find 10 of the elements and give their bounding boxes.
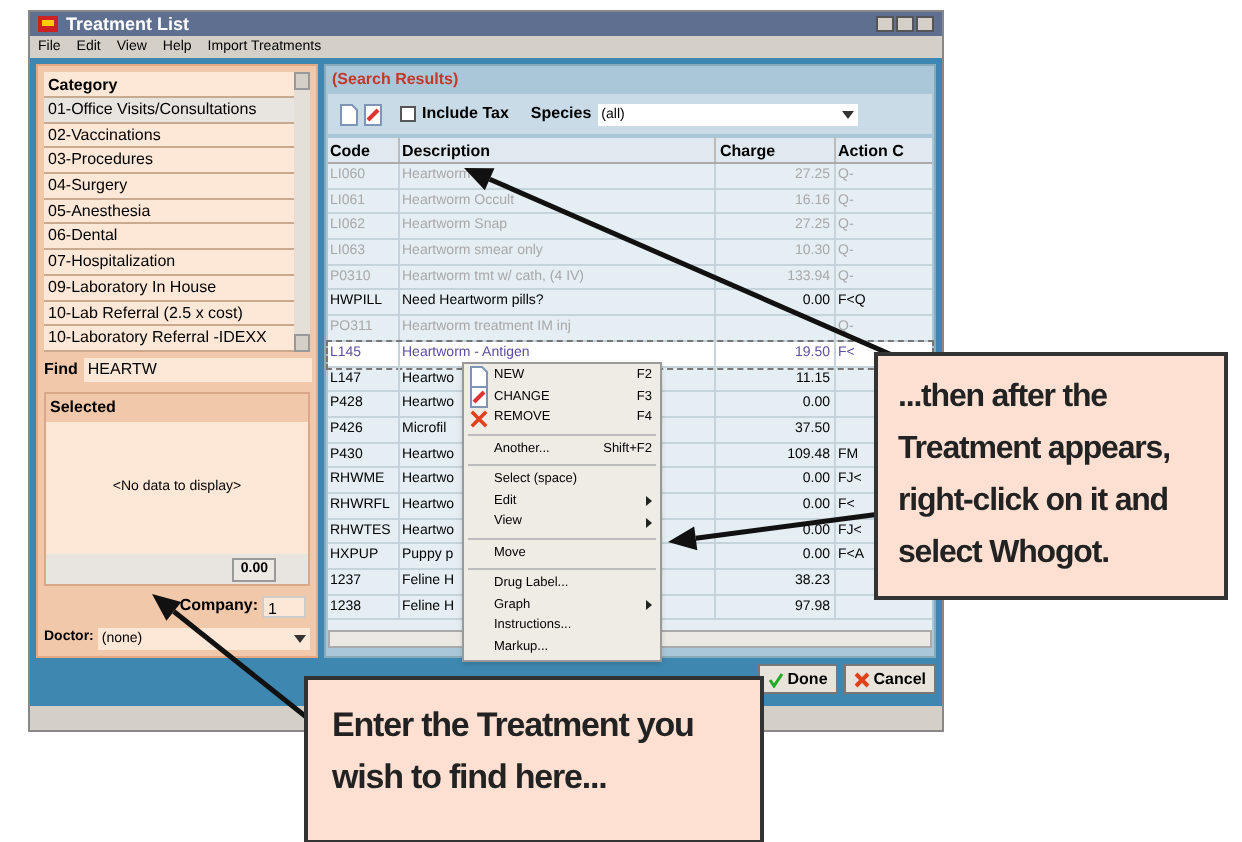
callout-text: Enter the Treatment you wish to find here... [332,706,694,796]
species-label: Species [530,102,592,126]
company-label: Company: [179,594,258,619]
panel-header: Selected [48,395,118,420]
window-title: Treatment List [66,15,190,33]
results-title: (Search Results) [330,68,461,92]
column-header: Category [44,72,294,98]
include-tax-label: Include Tax [422,102,509,126]
find-label: Find [44,357,78,382]
callout-text: ...then after the Treatment appears, right-click on it and select Whogot. [898,380,1170,570]
